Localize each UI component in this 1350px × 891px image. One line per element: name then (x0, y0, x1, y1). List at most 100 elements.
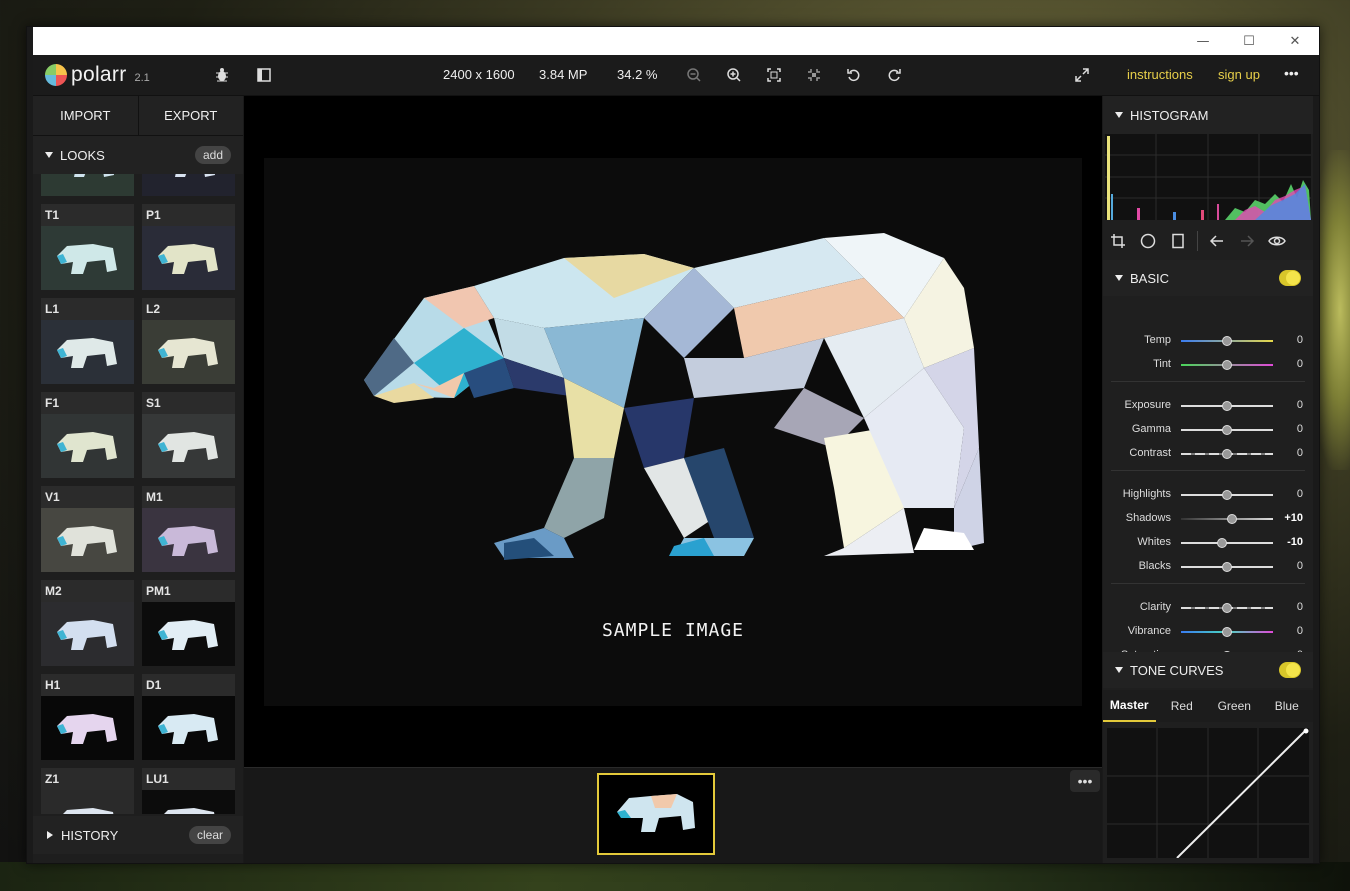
look-card[interactable]: V1 (41, 486, 134, 572)
slider-exposure[interactable]: Exposure 0 (1103, 396, 1313, 416)
maximize-button[interactable]: ☐ (1226, 27, 1272, 55)
minimize-button[interactable]: — (1180, 27, 1226, 55)
look-thumbnail (142, 414, 235, 478)
slider-group-divider (1111, 470, 1305, 471)
tools-divider (1197, 231, 1198, 251)
redo-arrow-icon[interactable] (1232, 226, 1262, 256)
polar-bear-image (364, 233, 984, 560)
tab-red[interactable]: Red (1156, 690, 1209, 722)
radial-mask-icon[interactable] (1133, 226, 1163, 256)
histogram-header[interactable]: HISTOGRAM (1103, 96, 1313, 134)
tab-green[interactable]: Green (1208, 690, 1261, 722)
import-button[interactable]: IMPORT (33, 96, 138, 135)
look-card[interactable]: P1 (142, 204, 235, 290)
undo-arrow-icon[interactable] (1202, 226, 1232, 256)
tone-curve-editor[interactable] (1107, 728, 1309, 859)
slider-knob[interactable] (1226, 514, 1237, 524)
slider-knob[interactable] (1222, 603, 1232, 613)
slider-blacks[interactable]: Blacks 0 (1103, 557, 1313, 577)
slider-knob[interactable] (1222, 627, 1232, 637)
filmstrip-thumbnail-selected[interactable] (597, 773, 715, 855)
tab-master[interactable]: Master (1103, 690, 1156, 722)
look-card[interactable]: L1 (41, 298, 134, 384)
slider-label: Gamma (1131, 423, 1171, 435)
tab-blue[interactable]: Blue (1261, 690, 1314, 722)
look-card[interactable]: F1 (41, 392, 134, 478)
basic-header[interactable]: BASIC (1103, 260, 1313, 296)
eye-icon[interactable] (1262, 226, 1292, 256)
filmstrip-more-button[interactable]: ••• (1070, 770, 1100, 792)
look-card[interactable]: D1 (142, 674, 235, 760)
slider-temp[interactable]: Temp 0 (1103, 331, 1313, 351)
looks-add-button[interactable]: add (194, 146, 231, 164)
slider-contrast[interactable]: Contrast 0 (1103, 444, 1313, 464)
slider-shadows[interactable]: Shadows +10 (1103, 509, 1313, 529)
look-card[interactable]: Z1 (41, 768, 134, 814)
look-thumbnail (142, 226, 235, 290)
redo-icon[interactable] (883, 64, 905, 86)
look-label: P1 (146, 208, 161, 222)
look-card[interactable]: S1 (142, 392, 235, 478)
slider-knob[interactable] (1222, 336, 1232, 346)
look-card[interactable]: LU1 (142, 768, 235, 814)
slider-knob[interactable] (1222, 490, 1232, 500)
slider-clarity[interactable]: Clarity 0 (1103, 598, 1313, 618)
look-label: L1 (45, 302, 60, 316)
slider-knob[interactable] (1222, 449, 1232, 459)
history-clear-button[interactable]: clear (188, 826, 231, 844)
instructions-link[interactable]: instructions (1127, 67, 1193, 82)
image-viewport[interactable]: SAMPLE IMAGE (244, 96, 1102, 767)
slider-value: 0 (1296, 334, 1303, 346)
slider-highlights[interactable]: Highlights 0 (1103, 485, 1313, 505)
slider-knob[interactable] (1222, 401, 1232, 411)
slider-label: Exposure (1124, 399, 1171, 411)
slider-tint[interactable]: Tint 0 (1103, 355, 1313, 375)
look-label: M1 (146, 490, 163, 504)
sign-up-link[interactable]: sign up (1218, 67, 1260, 82)
look-card[interactable]: L2 (142, 298, 235, 384)
look-card[interactable]: T1 (41, 204, 134, 290)
tone-curves-toggle[interactable] (1279, 662, 1301, 678)
history-title: HISTORY (61, 827, 119, 843)
slider-value: 0 (1296, 423, 1303, 435)
slider-label: Clarity (1139, 601, 1171, 613)
export-button[interactable]: EXPORT (137, 96, 243, 135)
import-export-row: IMPORT EXPORT (33, 96, 243, 136)
app-version: 2.1 (134, 72, 150, 84)
bug-icon[interactable] (211, 64, 233, 86)
actual-size-icon[interactable] (803, 64, 825, 86)
slider-label: Contrast (1129, 447, 1171, 459)
crop-icon[interactable] (1103, 226, 1133, 256)
zoom-out-icon[interactable] (683, 64, 705, 86)
fullscreen-icon[interactable] (1071, 64, 1093, 86)
slider-gamma[interactable]: Gamma 0 (1103, 420, 1313, 440)
sidebar-toggle-icon[interactable] (253, 64, 275, 86)
slider-label: Vibrance (1127, 625, 1171, 637)
slider-knob[interactable] (1222, 360, 1232, 370)
slider-whites[interactable]: Whites -10 (1103, 533, 1313, 553)
zoom-in-icon[interactable] (723, 64, 745, 86)
gradient-mask-icon[interactable] (1163, 226, 1193, 256)
desktop-background (0, 862, 1350, 891)
look-card[interactable]: M1 (142, 486, 235, 572)
basic-toggle[interactable] (1279, 270, 1301, 286)
sample-image-caption: SAMPLE IMAGE (601, 620, 745, 641)
slider-vibrance[interactable]: Vibrance 0 (1103, 622, 1313, 642)
tone-curves-header[interactable]: TONE CURVES (1103, 652, 1313, 688)
look-card[interactable]: M2 (41, 580, 134, 666)
more-menu-button[interactable]: ••• (1284, 65, 1299, 81)
slider-knob[interactable] (1222, 562, 1232, 572)
slider-knob[interactable] (1217, 538, 1228, 548)
history-header[interactable]: HISTORY clear (33, 816, 243, 854)
fit-screen-icon[interactable] (763, 64, 785, 86)
look-label: H1 (45, 678, 61, 692)
close-button[interactable]: ✕ (1272, 27, 1318, 55)
undo-icon[interactable] (843, 64, 865, 86)
look-card-partial[interactable] (142, 174, 235, 196)
look-card[interactable]: PM1 (142, 580, 235, 666)
looks-title: LOOKS (60, 147, 105, 163)
look-card-partial[interactable] (41, 174, 134, 196)
slider-knob[interactable] (1222, 425, 1232, 435)
look-card[interactable]: H1 (41, 674, 134, 760)
looks-header[interactable]: LOOKS add (33, 136, 243, 174)
